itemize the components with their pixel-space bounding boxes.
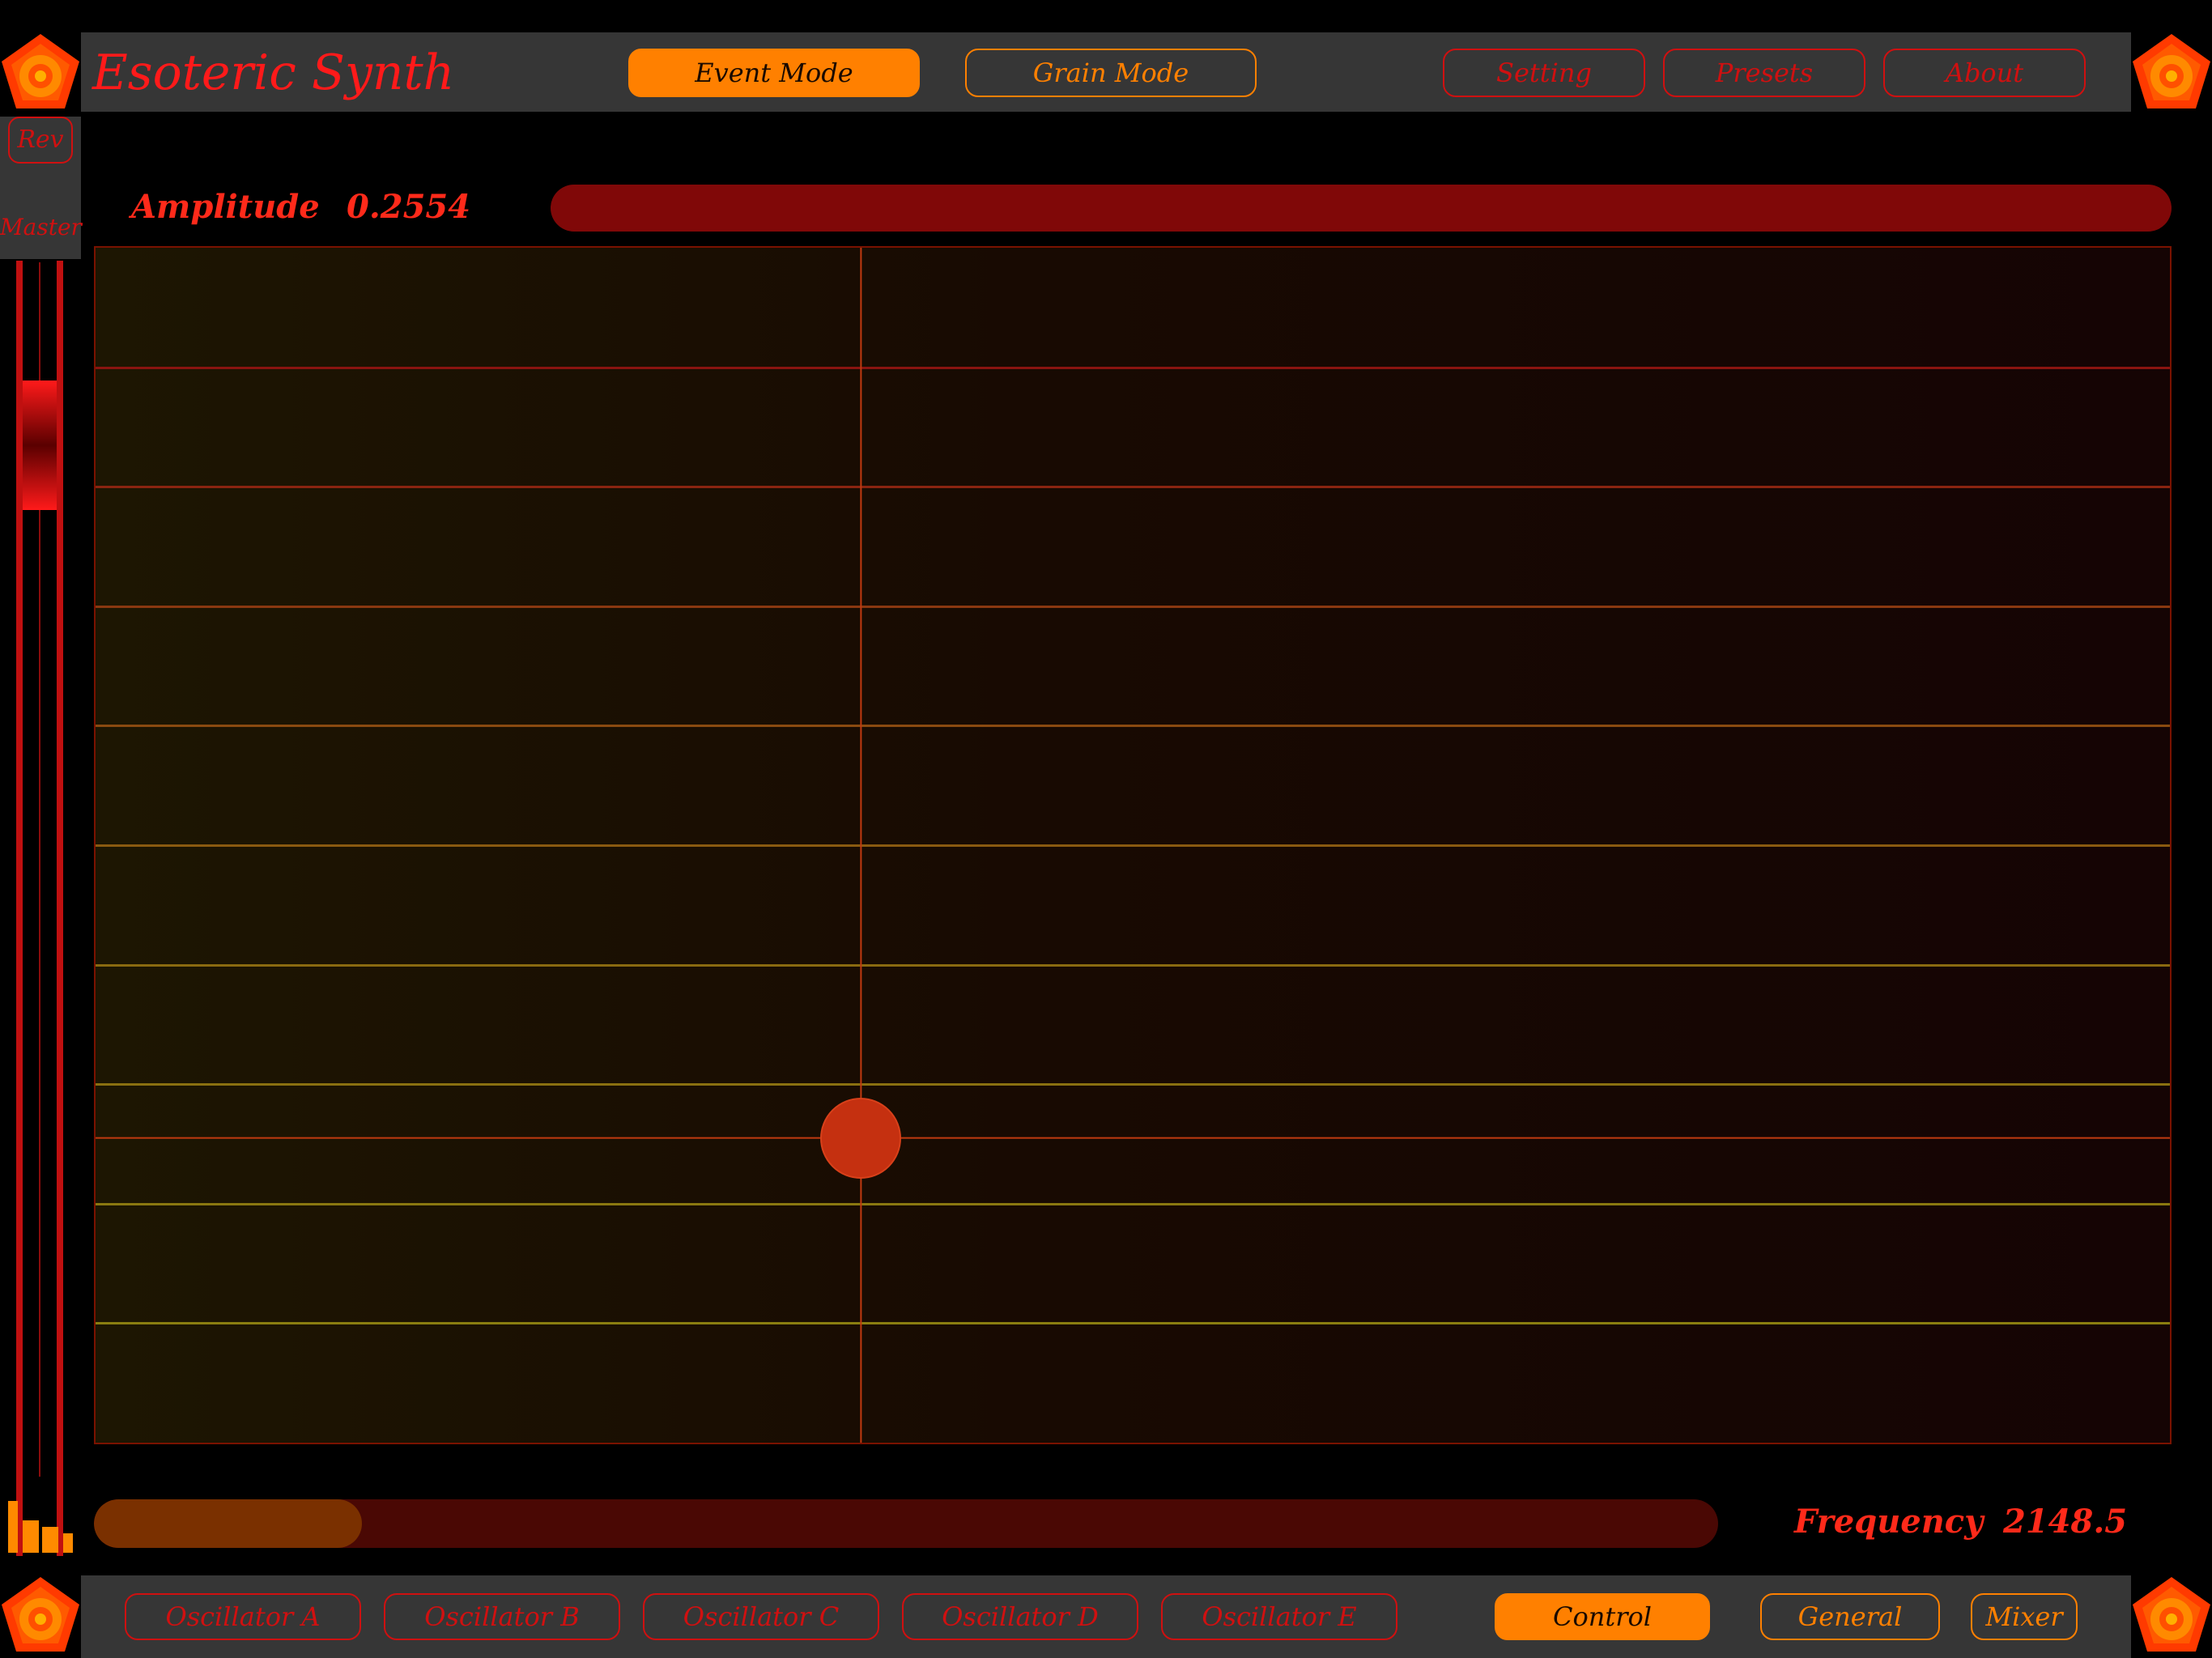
xy-pad-grid	[96, 248, 2170, 1443]
amplitude-label: Amplitude	[131, 188, 320, 226]
meter-bar	[23, 1520, 39, 1553]
tab-general[interactable]: General	[1760, 1593, 1940, 1640]
tab-control[interactable]: Control	[1495, 1593, 1710, 1640]
tab-oscillator-c[interactable]: Oscillator C	[643, 1593, 879, 1640]
bottom-right-logo-icon	[2133, 1577, 2210, 1652]
frequency-slider-fill	[94, 1499, 362, 1548]
master-volume-thumb[interactable]	[23, 380, 57, 510]
xy-cursor-handle[interactable]	[820, 1097, 902, 1179]
tab-oscillator-e[interactable]: Oscillator E	[1161, 1593, 1397, 1640]
tab-oscillator-a[interactable]: Oscillator A	[125, 1593, 361, 1640]
tab-event-mode[interactable]: Event Mode	[628, 49, 920, 97]
tab-oscillator-b[interactable]: Oscillator B	[384, 1593, 620, 1640]
frequency-label: Frequency	[1794, 1503, 1984, 1541]
meter-bar	[42, 1527, 58, 1553]
amplitude-value: 0.2554	[347, 188, 471, 226]
frequency-slider[interactable]	[94, 1499, 1718, 1548]
presets-button[interactable]: Presets	[1663, 49, 1865, 97]
tab-grain-mode[interactable]: Grain Mode	[965, 49, 1257, 97]
meter-bar	[8, 1501, 18, 1553]
bottom-left-logo-icon	[2, 1577, 79, 1652]
tab-oscillator-d[interactable]: Oscillator D	[902, 1593, 1138, 1640]
setting-button[interactable]: Setting	[1443, 49, 1645, 97]
master-label: Master	[0, 214, 82, 240]
app-title: Esoteric Synth	[92, 45, 455, 101]
about-button[interactable]: About	[1883, 49, 2086, 97]
tab-mixer[interactable]: Mixer	[1971, 1593, 2078, 1640]
xy-control-pad[interactable]	[94, 246, 2172, 1444]
top-right-logo-icon	[2133, 34, 2210, 108]
frequency-value: 2148.5	[2003, 1503, 2128, 1541]
rev-button[interactable]: Rev	[8, 117, 73, 164]
meter-bar	[63, 1533, 73, 1553]
top-left-logo-icon	[2, 34, 79, 108]
amplitude-slider[interactable]	[551, 185, 2172, 232]
